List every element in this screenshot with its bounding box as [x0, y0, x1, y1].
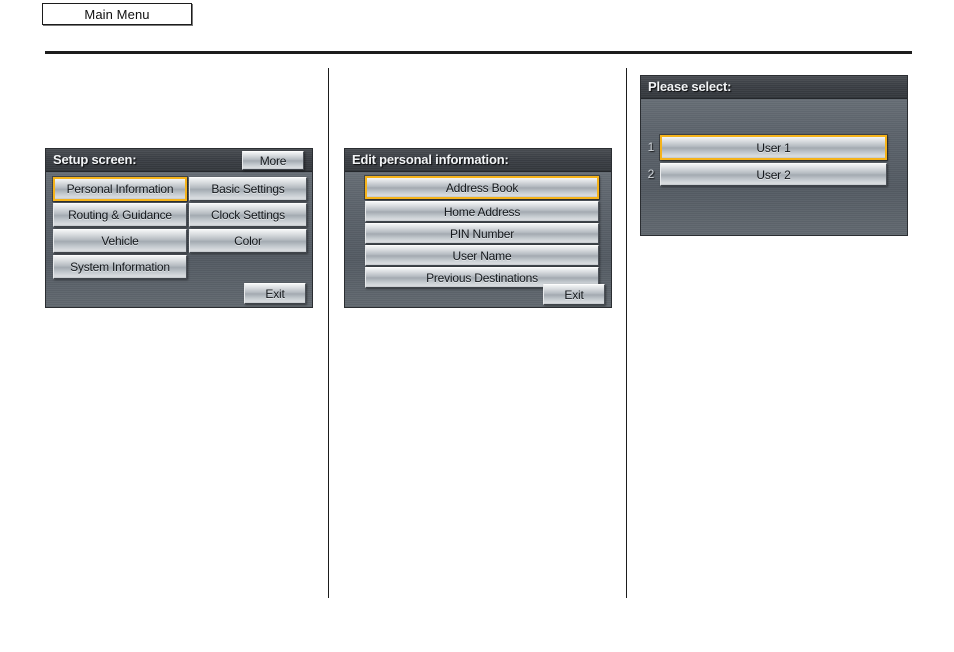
user-button-1[interactable]: User 1: [660, 135, 887, 160]
setup-button-routing-guidance[interactable]: Routing & Guidance: [53, 203, 187, 227]
setup-button-system-information[interactable]: System Information: [53, 255, 187, 279]
please-select-panel: Please select: 1 User 1 2 User 2: [640, 75, 908, 236]
setup-button-personal-information[interactable]: Personal Information: [53, 177, 187, 201]
setup-screen-title: Setup screen:: [53, 152, 137, 167]
setup-button-basic-settings[interactable]: Basic Settings: [189, 177, 307, 201]
edit-button-home-address[interactable]: Home Address: [365, 201, 599, 222]
main-menu-tab-label: Main Menu: [84, 6, 150, 22]
setup-button-color[interactable]: Color: [189, 229, 307, 253]
setup-button-clock-settings[interactable]: Clock Settings: [189, 203, 307, 227]
edit-button-user-name[interactable]: User Name: [365, 245, 599, 266]
edit-button-address-book[interactable]: Address Book: [365, 176, 599, 199]
setup-screen-panel: Setup screen: More Personal Information …: [45, 148, 313, 308]
setup-exit-button[interactable]: Exit: [244, 283, 306, 304]
edit-personal-information-title: Edit personal information:: [352, 152, 509, 167]
column-divider-left: [328, 68, 329, 598]
user-row-number-1: 1: [647, 140, 655, 154]
column-divider-right: [626, 68, 627, 598]
edit-button-pin-number[interactable]: PIN Number: [365, 223, 599, 244]
please-select-title: Please select:: [648, 79, 732, 94]
user-row-number-2: 2: [647, 167, 655, 181]
setup-more-button[interactable]: More: [242, 151, 304, 170]
setup-button-vehicle[interactable]: Vehicle: [53, 229, 187, 253]
main-menu-tab[interactable]: Main Menu: [42, 3, 192, 25]
header-divider: [45, 51, 912, 54]
user-button-2[interactable]: User 2: [660, 163, 887, 186]
edit-exit-button[interactable]: Exit: [543, 284, 605, 305]
edit-personal-information-panel: Edit personal information: Address Book …: [344, 148, 612, 308]
